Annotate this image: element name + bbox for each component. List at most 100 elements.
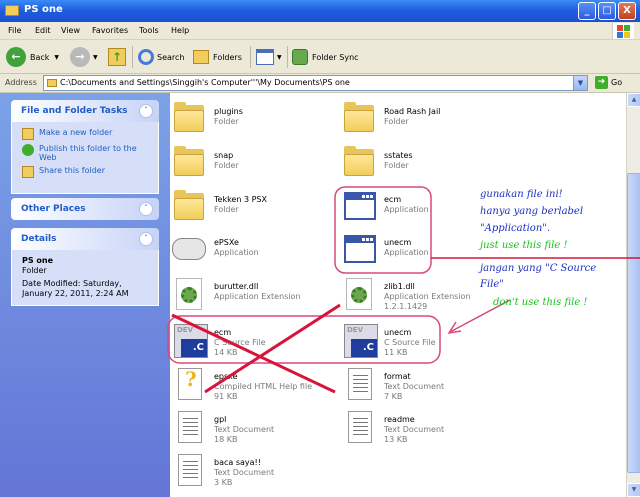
file-type: Text Document [384,382,445,391]
file-item[interactable]: Tekken 3 PSX Folder [172,187,332,231]
details-header[interactable]: Details ˆ [11,228,159,250]
panel-title: Details [21,234,57,244]
search-label: Search [157,52,185,62]
back-button[interactable]: ← Back ▼ [6,46,59,68]
scroll-down-icon[interactable]: ▼ [627,483,640,497]
task-publish-web[interactable]: Publish this folder to the Web [22,144,148,162]
annotation-text: jangan yang "C Source [480,263,597,274]
sync-icon [292,49,308,65]
views-button[interactable]: ▼ [256,46,282,68]
text-document-icon [342,366,376,400]
task-share-folder[interactable]: Share this folder [22,166,148,178]
forward-arrow-icon: → [70,47,90,67]
file-name: sstates [384,151,413,160]
file-item[interactable]: gpl Text Document 18 KB [172,407,332,451]
file-type: Application [384,205,429,214]
file-name: Road Rash Jail [384,107,441,116]
file-type: Folder [214,161,239,170]
forward-button[interactable]: → ▼ [70,46,98,68]
menu-file[interactable]: File [8,26,21,35]
file-size: 3 KB [214,478,233,487]
scroll-up-icon[interactable]: ▲ [627,93,640,107]
file-item[interactable]: ? epsxe Compiled HTML Help file 91 KB [172,364,332,408]
file-type: Folder [214,117,239,126]
collapse-icon[interactable]: ˆ [139,232,153,246]
go-button[interactable]: ➜ Go [595,76,622,89]
maximize-button[interactable]: □ [598,2,616,20]
close-button[interactable]: X [618,2,636,20]
menu-view[interactable]: View [61,26,80,35]
annotation-text: File" [480,279,504,290]
other-places-header[interactable]: Other Places ˇ [11,198,159,220]
file-item[interactable]: sstates Folder [342,143,502,187]
minimize-button[interactable]: _ [578,2,596,20]
search-button[interactable]: Search [138,46,184,68]
file-item[interactable]: baca saya!! Text Document 3 KB [172,450,332,494]
toolbar-separator [250,46,251,68]
details-body: PS one Folder Date Modified: Saturday, J… [11,250,159,306]
address-label: Address [5,78,37,87]
up-button[interactable]: ↑ [108,46,126,68]
folder-icon [47,79,57,87]
chevron-down-icon[interactable]: ▼ [573,76,587,90]
file-item[interactable]: DEV .C ecm C Source File 14 KB [172,320,332,364]
chevron-down-icon[interactable]: ▼ [54,54,59,61]
go-arrow-icon: ➜ [595,76,608,89]
file-tasks-body: Make a new folder Publish this folder to… [11,122,159,194]
task-make-folder[interactable]: Make a new folder [22,128,148,140]
address-input[interactable]: C:\Documents and Settings\Singgih's Comp… [43,75,588,91]
folder-icon [342,101,376,135]
menu-edit[interactable]: Edit [35,26,51,35]
file-item[interactable]: ecm Application [342,187,502,231]
folder-icon [172,145,206,179]
chevron-down-icon[interactable]: ▼ [277,54,282,61]
file-item[interactable]: format Text Document 7 KB [342,364,502,408]
file-item[interactable]: unecm Application [342,230,502,274]
file-item[interactable]: DEV .C unecm C Source File 11 KB [342,320,502,364]
back-label: Back [30,52,50,62]
annotation-text: hanya yang berlabel [480,206,584,217]
menu-tools[interactable]: Tools [139,26,159,35]
file-item[interactable]: Road Rash Jail Folder [342,99,502,143]
back-arrow-icon: ← [6,47,26,67]
scroll-thumb[interactable] [627,173,640,473]
file-type: Application Extension [214,292,301,301]
file-name: readme [384,415,415,424]
share-icon [22,166,34,178]
views-icon [256,49,274,65]
file-item[interactable]: plugins Folder [172,99,332,143]
file-type: Folder [384,117,409,126]
file-size: 18 KB [214,435,238,444]
text-document-icon [172,452,206,486]
folders-icon [193,50,209,64]
file-item[interactable]: zlib1.dll Application Extension 1.2.1.14… [342,274,502,318]
collapse-icon[interactable]: ˆ [139,104,153,118]
file-size: 13 KB [384,435,408,444]
menu-help[interactable]: Help [171,26,189,35]
file-name: format [384,372,411,381]
help-file-icon: ? [172,366,206,400]
folders-button[interactable]: Folders [193,46,242,68]
c-source-icon: DEV .C [172,322,208,358]
chevron-down-icon[interactable]: ▼ [93,54,98,61]
folder-sync-button[interactable]: Folder Sync [292,46,359,68]
c-source-icon: DEV .C [342,322,378,358]
file-size: 11 KB [384,348,408,357]
file-item[interactable]: snap Folder [172,143,332,187]
file-item[interactable]: burutter.dll Application Extension [172,274,332,318]
expand-icon[interactable]: ˇ [139,202,153,216]
file-tasks-header[interactable]: File and Folder Tasks ˆ [11,100,159,122]
toolbar: ← Back ▼ → ▼ ↑ Search Folders ▼ Folder S… [0,40,640,74]
task-label: Publish this folder to the Web [39,144,137,162]
file-name: gpl [214,415,227,424]
file-item[interactable]: readme Text Document 13 KB [342,407,502,451]
folder-icon [172,189,206,223]
vertical-scrollbar[interactable]: ▲ ▼ [626,93,640,497]
file-name: plugins [214,107,243,116]
annotation-text: don't use this file ! [493,297,588,308]
file-item[interactable]: ePSXe Application [172,230,332,274]
file-type: C Source File [214,338,266,347]
folder-icon [342,145,376,179]
menu-favorites[interactable]: Favorites [92,26,128,35]
file-name: zlib1.dll [384,282,415,291]
